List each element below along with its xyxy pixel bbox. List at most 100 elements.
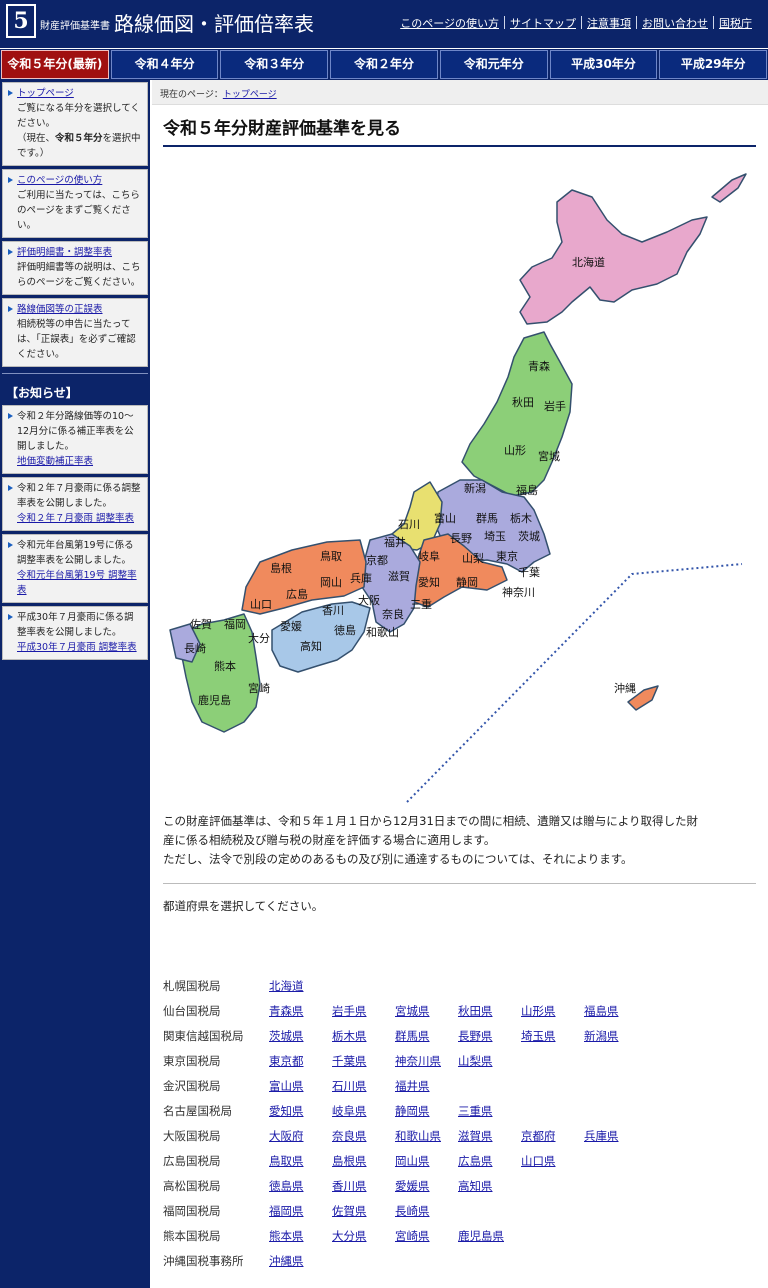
label-shiga[interactable]: 滋賀 — [388, 570, 410, 583]
tab-h30[interactable]: 平成30年分 — [549, 50, 658, 79]
label-nagano[interactable]: 長野 — [450, 532, 472, 545]
prefecture-link[interactable]: 兵庫県 — [584, 1126, 619, 1146]
label-okinawa[interactable]: 沖縄 — [614, 681, 636, 695]
prefecture-link[interactable]: 富山県 — [269, 1076, 304, 1096]
label-yamaguchi[interactable]: 山口 — [250, 598, 272, 611]
site-title[interactable]: 路線価図・評価倍率表 — [114, 8, 314, 37]
nav-contact[interactable]: お問い合わせ — [642, 17, 708, 30]
notice-link[interactable]: 令和２年７月豪雨 調整率表 — [17, 513, 134, 524]
prefecture-link[interactable]: 山形県 — [521, 1001, 556, 1021]
prefecture-link[interactable]: 和歌山県 — [395, 1126, 441, 1146]
tab-r2[interactable]: 令和２年分 — [330, 50, 438, 79]
label-tottori[interactable]: 鳥取 — [320, 549, 342, 563]
breadcrumb-link-top[interactable]: トップページ — [223, 90, 277, 100]
prefecture-link[interactable]: 高知県 — [458, 1176, 493, 1196]
prefecture-link[interactable]: 奈良県 — [332, 1126, 367, 1146]
prefecture-link[interactable]: 山梨県 — [458, 1051, 493, 1071]
label-kyoto[interactable]: 京都 — [366, 553, 388, 567]
prefecture-link[interactable]: 岐阜県 — [332, 1101, 367, 1121]
prefecture-link[interactable]: 山口県 — [521, 1151, 556, 1171]
label-aichi[interactable]: 愛知 — [418, 575, 440, 589]
label-mie[interactable]: 三重 — [410, 597, 432, 611]
prefecture-link[interactable]: 宮崎県 — [395, 1226, 430, 1246]
label-tokyo[interactable]: 東京 — [496, 549, 518, 563]
label-kumamoto[interactable]: 熊本 — [214, 659, 236, 673]
prefecture-link[interactable]: 愛知県 — [269, 1101, 304, 1121]
prefecture-link[interactable]: 鹿児島県 — [458, 1226, 504, 1246]
nav-nta[interactable]: 国税庁 — [719, 17, 752, 30]
prefecture-link[interactable]: 京都府 — [521, 1126, 556, 1146]
label-gifu[interactable]: 岐阜 — [418, 550, 440, 563]
prefecture-link[interactable]: 香川県 — [332, 1176, 367, 1196]
tab-r5[interactable]: 令和５年分(最新) — [1, 50, 109, 79]
label-wakayama[interactable]: 和歌山 — [366, 625, 399, 639]
prefecture-link[interactable]: 鳥取県 — [269, 1151, 304, 1171]
label-kagawa[interactable]: 香川 — [322, 604, 344, 617]
label-gunma[interactable]: 群馬 — [476, 511, 498, 525]
prefecture-link[interactable]: 愛媛県 — [395, 1176, 430, 1196]
prefecture-link[interactable]: 大分県 — [332, 1226, 367, 1246]
label-tochigi[interactable]: 栃木 — [510, 511, 532, 525]
label-fukui[interactable]: 福井 — [384, 535, 406, 549]
label-kagoshima[interactable]: 鹿児島 — [198, 693, 231, 707]
label-hokkaido[interactable]: 北海道 — [572, 255, 605, 269]
label-shizuoka[interactable]: 静岡 — [456, 575, 478, 589]
label-iwate[interactable]: 岩手 — [544, 399, 566, 413]
label-osaka[interactable]: 大阪 — [358, 593, 380, 607]
label-okayama[interactable]: 岡山 — [320, 576, 342, 589]
notice-link[interactable]: 平成30年７月豪雨 調整率表 — [17, 642, 137, 653]
label-tokushima[interactable]: 徳島 — [334, 623, 356, 637]
prefecture-link[interactable]: 長崎県 — [395, 1201, 430, 1221]
label-nara[interactable]: 奈良 — [382, 607, 404, 621]
prefecture-link[interactable]: 栃木県 — [332, 1026, 367, 1046]
nav-how-to-use[interactable]: このページの使い方 — [400, 17, 499, 30]
prefecture-link[interactable]: 島根県 — [332, 1151, 367, 1171]
prefecture-link[interactable]: 茨城県 — [269, 1026, 304, 1046]
prefecture-link[interactable]: 石川県 — [332, 1076, 367, 1096]
region-tohoku[interactable] — [461, 331, 573, 497]
nav-notes[interactable]: 注意事項 — [587, 17, 631, 30]
label-ibaraki[interactable]: 茨城 — [518, 529, 540, 543]
label-oita[interactable]: 大分 — [248, 631, 270, 645]
label-saitama[interactable]: 埼玉 — [484, 529, 506, 543]
sidebar-link-usage[interactable]: このページの使い方 — [17, 175, 102, 186]
tab-h29[interactable]: 平成29年分 — [659, 50, 768, 79]
label-saga[interactable]: 佐賀 — [190, 617, 212, 631]
region-shikoku[interactable] — [271, 601, 371, 673]
label-hyogo[interactable]: 兵庫 — [350, 571, 372, 585]
notice-link[interactable]: 令和元年台風第19号 調整率表 — [17, 570, 137, 596]
prefecture-link[interactable]: 徳島県 — [269, 1176, 304, 1196]
tab-r3[interactable]: 令和３年分 — [220, 50, 329, 79]
label-ehime[interactable]: 愛媛 — [280, 619, 302, 633]
tab-r1[interactable]: 令和元年分 — [439, 50, 548, 79]
label-shimane[interactable]: 島根 — [270, 561, 292, 575]
label-nagasaki[interactable]: 長崎 — [184, 641, 206, 655]
prefecture-link[interactable]: 千葉県 — [332, 1051, 367, 1071]
prefecture-link[interactable]: 神奈川県 — [395, 1051, 441, 1071]
prefecture-link[interactable]: 静岡県 — [395, 1101, 430, 1121]
label-hiroshima[interactable]: 広島 — [286, 587, 308, 601]
label-akita[interactable]: 秋田 — [512, 395, 534, 409]
notice-link[interactable]: 地価変動補正率表 — [17, 456, 93, 467]
label-kanagawa[interactable]: 神奈川 — [502, 585, 535, 599]
prefecture-link[interactable]: 大阪府 — [269, 1126, 304, 1146]
sidebar-link-errata[interactable]: 路線価図等の正誤表 — [17, 304, 103, 315]
label-fukushima[interactable]: 福島 — [516, 483, 538, 497]
prefecture-link[interactable]: 宮城県 — [395, 1001, 430, 1021]
label-fukuoka[interactable]: 福岡 — [224, 617, 246, 631]
prefecture-link[interactable]: 三重県 — [458, 1101, 493, 1121]
prefecture-link[interactable]: 東京都 — [269, 1051, 304, 1071]
region-hokkaido[interactable] — [519, 189, 708, 325]
label-ishikawa[interactable]: 石川 — [398, 518, 420, 531]
prefecture-link[interactable]: 岩手県 — [332, 1001, 367, 1021]
label-aomori[interactable]: 青森 — [528, 359, 550, 373]
label-kochi[interactable]: 高知 — [300, 639, 322, 653]
nav-sitemap[interactable]: サイトマップ — [510, 17, 576, 30]
label-niigata[interactable]: 新潟 — [464, 481, 486, 495]
prefecture-link[interactable]: 長野県 — [458, 1026, 493, 1046]
prefecture-link[interactable]: 沖縄県 — [269, 1251, 304, 1271]
prefecture-link[interactable]: 埼玉県 — [521, 1026, 556, 1046]
sidebar-link-top[interactable]: トップページ — [17, 88, 74, 99]
label-toyama[interactable]: 富山 — [434, 511, 456, 525]
prefecture-link[interactable]: 新潟県 — [584, 1026, 619, 1046]
